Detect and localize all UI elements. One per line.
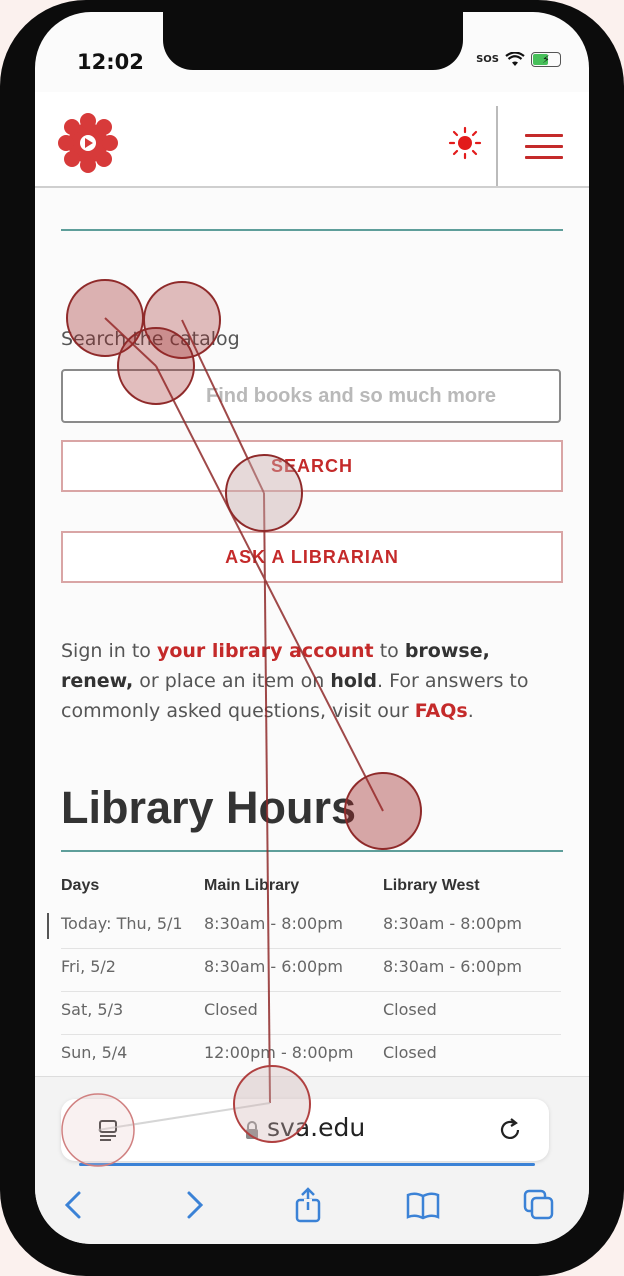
- table-cell: 8:30am - 6:00pm: [383, 957, 522, 976]
- table-header-row: Days Main Library Library West: [61, 874, 561, 906]
- intro-text: or place an item on: [133, 670, 331, 692]
- intro-text: to: [373, 640, 405, 662]
- table-row: Fri, 5/2 8:30am - 6:00pm 8:30am - 6:00pm: [61, 949, 561, 992]
- browser-toolbar: sva.edu: [35, 1076, 589, 1244]
- intro-bold: hold: [330, 670, 378, 692]
- table-cell: Fri, 5/2: [61, 957, 116, 976]
- address-bar[interactable]: sva.edu: [61, 1099, 549, 1161]
- table-cell: Sun, 5/4: [61, 1043, 128, 1062]
- table-cell: 8:30am - 6:00pm: [204, 957, 343, 976]
- intro-paragraph: Sign in to your library account to brows…: [61, 636, 563, 726]
- bookmarks-icon[interactable]: [405, 1187, 441, 1223]
- hours-table: Days Main Library Library West Today: Th…: [47, 874, 561, 1078]
- status-time: 12:02: [77, 50, 144, 74]
- table-cell: Closed: [383, 1043, 437, 1062]
- screen: 12:02 SOS ⚡ Search the catalog Find book…: [35, 12, 589, 1244]
- table-row: Today: Thu, 5/1 8:30am - 8:00pm 8:30am -…: [47, 906, 561, 949]
- intro-bold: renew,: [61, 670, 134, 692]
- table-header: Main Library: [204, 877, 300, 894]
- catalog-search-input[interactable]: Find books and so much more: [61, 369, 561, 423]
- table-header: Library West: [383, 877, 480, 894]
- table-row: Sat, 5/3 Closed Closed: [61, 992, 561, 1035]
- table-cell: Today: Thu, 5/1: [61, 914, 183, 933]
- status-icons: SOS ⚡: [476, 52, 561, 67]
- section-divider: [61, 229, 563, 231]
- logo-icon[interactable]: [57, 112, 119, 174]
- today-marker: [47, 913, 49, 939]
- table-cell: Closed: [204, 1000, 258, 1019]
- page-load-progress: [79, 1163, 535, 1166]
- search-button[interactable]: SEARCH: [61, 440, 563, 492]
- lock-icon: [246, 1121, 258, 1139]
- intro-text: .: [467, 700, 474, 722]
- intro-bold: browse,: [404, 640, 490, 662]
- header-divider: [496, 106, 498, 186]
- forward-icon[interactable]: [175, 1187, 211, 1223]
- tabs-overview-icon[interactable]: [521, 1187, 557, 1223]
- hamburger-icon[interactable]: [525, 134, 563, 164]
- library-account-link[interactable]: your library account: [157, 640, 374, 662]
- wifi-icon: [505, 52, 525, 66]
- reload-icon[interactable]: [497, 1117, 523, 1143]
- table-cell: 8:30am - 8:00pm: [383, 914, 522, 933]
- phone-frame: 12:02 SOS ⚡ Search the catalog Find book…: [0, 0, 624, 1276]
- site-header: [35, 92, 589, 188]
- url-text[interactable]: sva.edu: [267, 1113, 365, 1142]
- sos-indicator: SOS: [476, 54, 499, 65]
- table-row: Sun, 5/4 12:00pm - 8:00pm Closed: [61, 1035, 561, 1078]
- sun-icon[interactable]: [448, 126, 482, 160]
- share-icon[interactable]: [290, 1187, 326, 1223]
- catalog-label: Search the catalog: [61, 328, 240, 350]
- back-icon[interactable]: [57, 1187, 93, 1223]
- battery-icon: ⚡: [531, 52, 561, 67]
- ask-librarian-button[interactable]: ASK A LIBRARIAN: [61, 531, 563, 583]
- tabs-icon[interactable]: [97, 1119, 119, 1141]
- table-cell: Sat, 5/3: [61, 1000, 124, 1019]
- table-cell: Closed: [383, 1000, 437, 1019]
- notch: [163, 12, 463, 70]
- library-hours-heading: Library Hours: [61, 782, 357, 833]
- table-cell: 12:00pm - 8:00pm: [204, 1043, 354, 1062]
- table-cell: 8:30am - 8:00pm: [204, 914, 343, 933]
- table-header: Days: [61, 877, 100, 894]
- faqs-link[interactable]: FAQs: [415, 700, 468, 722]
- intro-text: Sign in to: [61, 640, 157, 662]
- hours-divider: [61, 850, 563, 852]
